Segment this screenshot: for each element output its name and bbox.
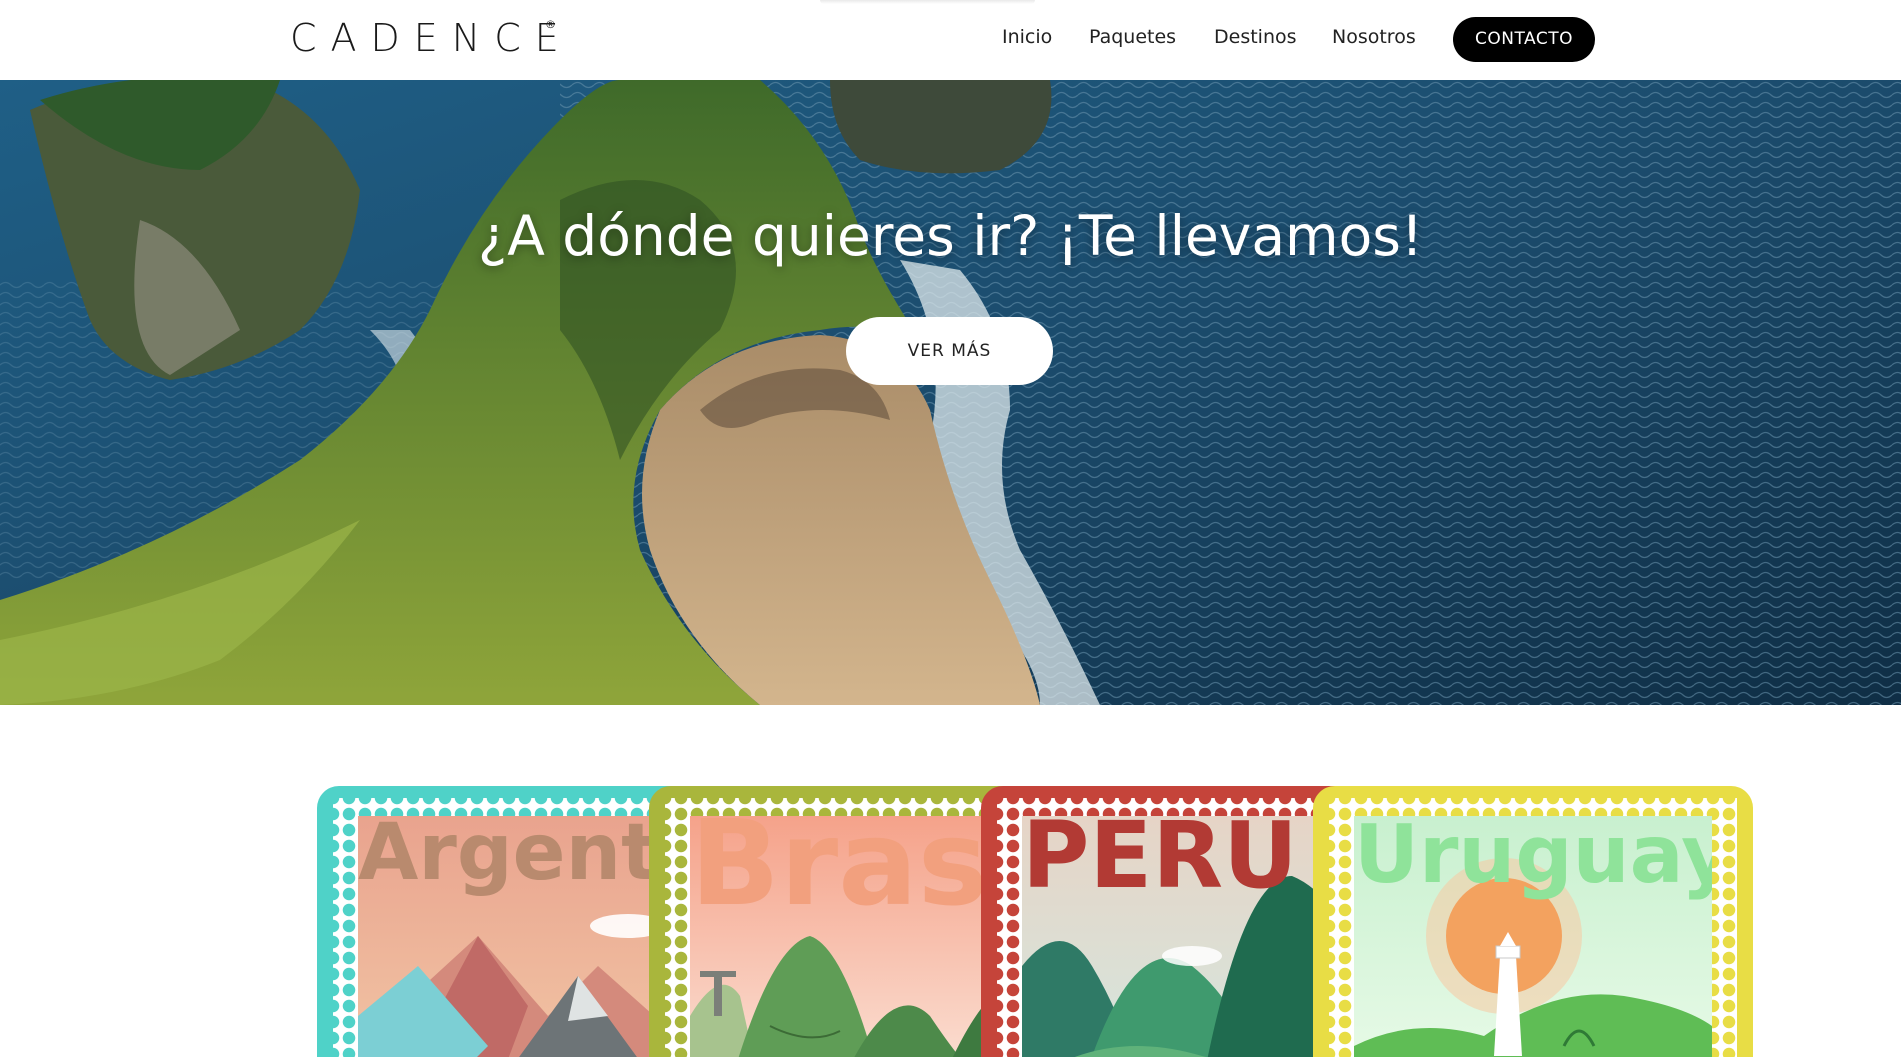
nav-destinos[interactable]: Destinos [1214,26,1297,48]
contact-button[interactable]: CONTACTO [1453,17,1595,62]
header-divider [820,0,1035,4]
page: CADENCE ® Inicio Paquetes Destinos Nosot… [0,0,1901,1057]
stamp-uruguay[interactable]: Uruguay [1313,786,1753,1057]
hero-section: ¿A dónde quieres ir? ¡Te llevamos! VER M… [0,80,1901,705]
stamp-word: PERÚ [1022,816,1298,909]
hero-title: ¿A dónde quieres ir? ¡Te llevamos! [478,204,1423,268]
site-logo[interactable]: CADENCE [290,16,573,60]
site-header: CADENCE ® Inicio Paquetes Destinos Nosot… [0,0,1901,80]
uruguay-illustration: Uruguay [1354,816,1712,1057]
nav-paquetes[interactable]: Paquetes [1089,26,1176,48]
hero-background-image [0,80,1901,705]
registered-mark: ® [545,18,556,31]
stamp-word: Bras [690,816,988,932]
nav-inicio[interactable]: Inicio [1002,26,1052,48]
stamp-word: Uruguay [1354,816,1712,901]
nav-nosotros[interactable]: Nosotros [1332,26,1416,48]
ver-mas-button[interactable]: VER MÁS [846,317,1053,385]
